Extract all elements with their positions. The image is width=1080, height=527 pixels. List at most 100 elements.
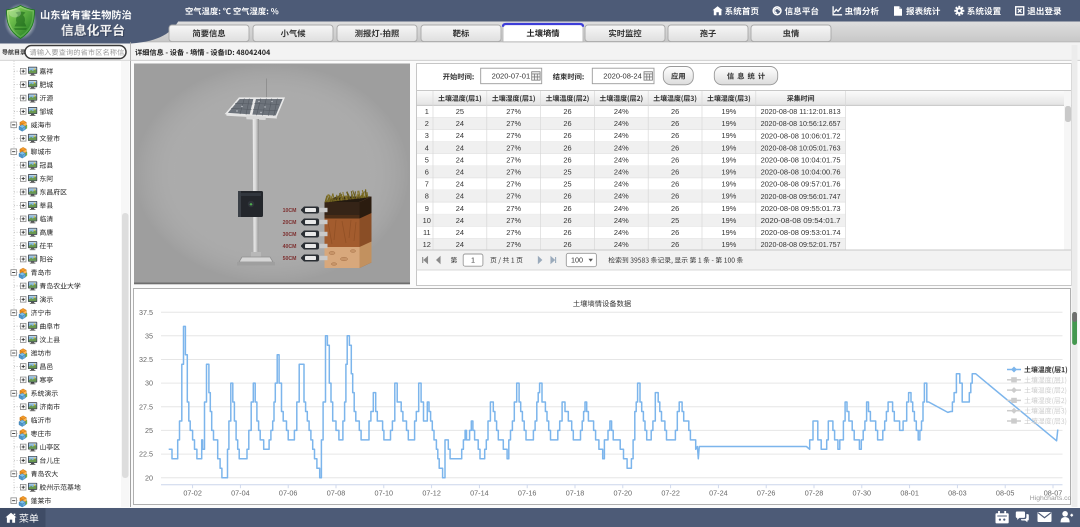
svg-text:24%: 24% (614, 216, 629, 225)
svg-text:07-14: 07-14 (470, 488, 489, 497)
svg-text:07-08: 07-08 (327, 488, 346, 497)
svg-text:24: 24 (456, 240, 464, 249)
svg-text:24%: 24% (614, 192, 629, 201)
svg-text:19%: 19% (722, 240, 737, 249)
svg-text:07-02: 07-02 (183, 488, 202, 497)
svg-text:24%: 24% (614, 204, 629, 213)
svg-text:19%: 19% (722, 107, 737, 116)
svg-text:24%: 24% (614, 143, 629, 152)
svg-text:20CM: 20CM (283, 220, 297, 226)
svg-text:27%: 27% (506, 131, 521, 140)
svg-text:26: 26 (671, 180, 679, 189)
svg-text:11: 11 (423, 228, 431, 237)
svg-text:26: 26 (671, 107, 679, 116)
svg-text:07-20: 07-20 (614, 488, 633, 497)
svg-text:27%: 27% (506, 155, 521, 164)
svg-text:Highcharts.com: Highcharts.com (1030, 495, 1078, 502)
svg-text:10CM: 10CM (283, 208, 297, 214)
svg-text:24: 24 (456, 155, 464, 164)
svg-text:19%: 19% (722, 155, 737, 164)
svg-text:40CM: 40CM (283, 244, 297, 250)
svg-text:24%: 24% (614, 107, 629, 116)
svg-text:26: 26 (671, 143, 679, 152)
svg-text:2020-08-08 09:54:01.7: 2020-08-08 09:54:01.7 (761, 216, 841, 225)
svg-text:26: 26 (563, 155, 571, 164)
svg-text:1: 1 (425, 107, 429, 116)
svg-text:26: 26 (563, 204, 571, 213)
svg-text:24: 24 (456, 180, 464, 189)
svg-text:24: 24 (456, 216, 464, 225)
svg-text:19%: 19% (722, 168, 737, 177)
svg-text:26: 26 (671, 155, 679, 164)
svg-text:24: 24 (456, 204, 464, 213)
svg-text:07-30: 07-30 (853, 488, 872, 497)
svg-text:25: 25 (671, 216, 679, 225)
svg-text:2020-08-08 10:56:12.657: 2020-08-08 10:56:12.657 (761, 119, 841, 128)
svg-text:22.5: 22.5 (139, 450, 153, 459)
svg-text:100: 100 (571, 256, 583, 265)
svg-text:37.5: 37.5 (139, 308, 153, 317)
svg-text:19%: 19% (722, 192, 737, 201)
svg-text:24: 24 (456, 143, 464, 152)
svg-text:26: 26 (563, 143, 571, 152)
svg-text:19%: 19% (722, 119, 737, 128)
svg-text:07-18: 07-18 (566, 488, 585, 497)
svg-text:07-04: 07-04 (231, 488, 250, 497)
svg-text:27%: 27% (506, 240, 521, 249)
svg-text:08-03: 08-03 (948, 488, 967, 497)
svg-text:26: 26 (563, 240, 571, 249)
svg-text:24: 24 (456, 119, 464, 128)
svg-text:25: 25 (456, 107, 464, 116)
svg-text:8: 8 (425, 192, 429, 201)
svg-text:32.5: 32.5 (139, 355, 153, 364)
svg-text:26: 26 (671, 228, 679, 237)
svg-text:27%: 27% (506, 204, 521, 213)
svg-text:5: 5 (425, 155, 429, 164)
svg-text:2020-08-08 09:56:01.747: 2020-08-08 09:56:01.747 (761, 192, 841, 201)
svg-text:26: 26 (671, 192, 679, 201)
svg-text:10: 10 (423, 216, 431, 225)
svg-text:07-16: 07-16 (518, 488, 537, 497)
svg-text:25: 25 (563, 180, 571, 189)
svg-text:27%: 27% (506, 168, 521, 177)
svg-text:24%: 24% (614, 228, 629, 237)
svg-text:07-06: 07-06 (279, 488, 298, 497)
svg-text:08-01: 08-01 (900, 488, 919, 497)
svg-text:24: 24 (456, 192, 464, 201)
svg-text:19%: 19% (722, 204, 737, 213)
svg-text:26: 26 (563, 192, 571, 201)
svg-text:25: 25 (563, 168, 571, 177)
svg-text:12: 12 (423, 240, 431, 249)
svg-text:27%: 27% (506, 228, 521, 237)
svg-text:2020-08-08 11:12:01.813: 2020-08-08 11:12:01.813 (761, 107, 841, 116)
svg-text:27%: 27% (506, 180, 521, 189)
svg-text:2020-08-08 10:04:01.75: 2020-08-08 10:04:01.75 (761, 156, 841, 165)
svg-text:20: 20 (145, 473, 153, 482)
svg-text:24: 24 (456, 168, 464, 177)
svg-text:4: 4 (425, 143, 429, 152)
svg-text:1: 1 (471, 256, 475, 265)
svg-text:2020-08-08 10:06:01.72: 2020-08-08 10:06:01.72 (761, 131, 841, 140)
svg-text:9: 9 (425, 204, 429, 213)
svg-text:07-28: 07-28 (805, 488, 824, 497)
svg-text:24%: 24% (614, 155, 629, 164)
svg-text:30: 30 (145, 379, 153, 388)
svg-text:19%: 19% (722, 228, 737, 237)
svg-text:24%: 24% (614, 119, 629, 128)
svg-text:50CM: 50CM (283, 256, 297, 262)
svg-text:2020-08-08 09:53:01.74: 2020-08-08 09:53:01.74 (761, 228, 841, 237)
svg-text:26: 26 (671, 131, 679, 140)
svg-text:19%: 19% (722, 131, 737, 140)
svg-text:26: 26 (671, 119, 679, 128)
svg-text:2020-08-08 10:04:00.76: 2020-08-08 10:04:00.76 (761, 168, 841, 177)
svg-text:26: 26 (563, 107, 571, 116)
svg-text:07-12: 07-12 (422, 488, 441, 497)
svg-text:26: 26 (563, 228, 571, 237)
svg-text:2: 2 (425, 119, 429, 128)
svg-text:7: 7 (425, 180, 429, 189)
svg-text:19%: 19% (722, 216, 737, 225)
svg-text:2020-08-08 09:57:01.76: 2020-08-08 09:57:01.76 (761, 180, 841, 189)
svg-text:24%: 24% (614, 168, 629, 177)
svg-text:2020-08-08 09:52:01.757: 2020-08-08 09:52:01.757 (761, 240, 841, 249)
svg-text:24%: 24% (614, 240, 629, 249)
